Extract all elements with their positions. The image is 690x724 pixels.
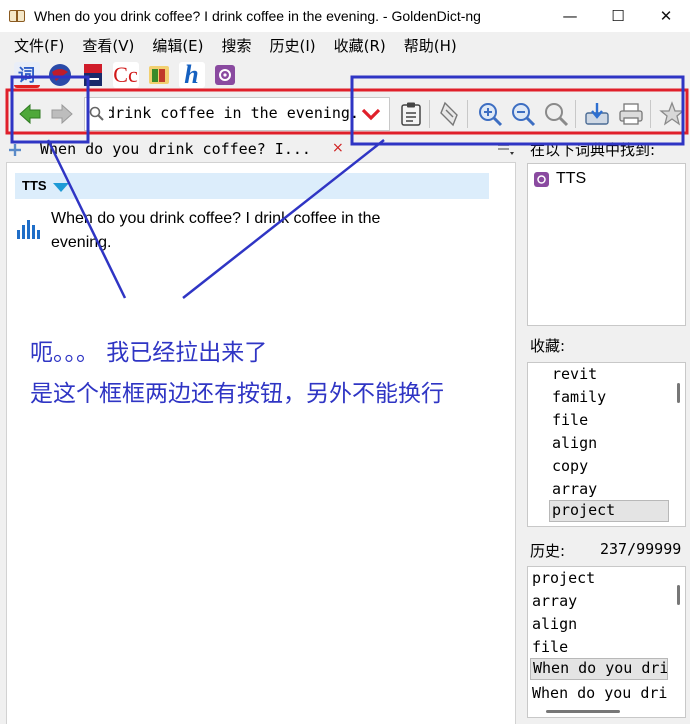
star-icon xyxy=(659,101,685,126)
found-in-dictionaries-list[interactable]: TTS xyxy=(527,163,686,326)
menu-file[interactable]: 文件(F) xyxy=(5,35,73,56)
favorites-item[interactable]: revit xyxy=(552,365,597,383)
favorites-item[interactable]: align xyxy=(552,434,597,452)
dict-cc-icon[interactable]: Cc xyxy=(109,60,142,90)
back-button[interactable] xyxy=(15,99,45,129)
article-text: When do you drink coffee? I drink coffee… xyxy=(51,210,381,251)
history-item[interactable]: align xyxy=(532,615,577,633)
menu-history[interactable]: 历史(I) xyxy=(261,35,325,56)
translate-line-box[interactable]: When do you drink coffee? I drink coffee… xyxy=(84,97,390,131)
chevron-down-icon xyxy=(361,108,381,121)
menu-favorites[interactable]: 收藏(R) xyxy=(325,35,395,56)
favorites-item[interactable]: copy xyxy=(552,457,588,475)
zoom-reset-icon xyxy=(545,103,569,127)
dictionary-header[interactable]: TTS xyxy=(15,173,489,199)
annotation-line-1: 呃。。。 我已经拉出来了 xyxy=(30,340,268,366)
window-title: When do you drink coffee? I drink coffee… xyxy=(34,8,481,24)
history-label: 历史: xyxy=(530,542,566,560)
history-item[interactable]: file xyxy=(532,638,568,656)
toolbar-separator xyxy=(467,100,468,128)
printer-icon xyxy=(619,103,643,125)
title-bar: When do you drink coffee? I drink coffee… xyxy=(0,0,690,32)
pronounce-icon xyxy=(440,101,458,127)
found-in-item[interactable]: TTS xyxy=(533,170,586,188)
menu-help[interactable]: 帮助(H) xyxy=(395,35,466,56)
close-tab-icon[interactable]: × xyxy=(332,140,344,156)
favorites-scrollbar[interactable] xyxy=(677,383,680,403)
zoom-out-icon xyxy=(512,103,536,127)
close-window-button[interactable]: ✕ xyxy=(642,0,690,32)
toolbar-separator xyxy=(389,100,390,128)
dict-h-icon[interactable]: h xyxy=(175,60,208,90)
save-icon xyxy=(585,103,609,125)
pronounce-button[interactable] xyxy=(435,99,465,129)
favorites-list[interactable]: revit family file align copy array proje… xyxy=(527,362,686,527)
article-view[interactable]: TTS When do you drink coffee? I drink co… xyxy=(6,162,516,724)
search-icon xyxy=(89,106,104,121)
zoom-out-button[interactable] xyxy=(508,99,538,129)
clipboard-scan-button[interactable] xyxy=(396,99,426,129)
translate-line-input[interactable]: When do you drink coffee? I drink coffee… xyxy=(109,104,359,122)
collapse-arrow-icon[interactable] xyxy=(53,183,69,192)
history-count: 237/99999 xyxy=(600,540,682,558)
favorites-item[interactable]: file xyxy=(552,411,588,429)
zoom-in-icon xyxy=(479,103,503,127)
menu-view[interactable]: 查看(V) xyxy=(73,35,143,56)
favorites-item-selected[interactable]: project xyxy=(549,500,669,522)
back-arrow-icon xyxy=(19,103,41,125)
translate-dropdown-button[interactable] xyxy=(356,99,386,129)
toolbar-separator xyxy=(429,100,430,128)
menu-edit[interactable]: 编辑(E) xyxy=(143,35,212,56)
found-in-label: 在以下词典中找到: xyxy=(530,141,656,159)
history-item[interactable]: project xyxy=(532,569,595,587)
dict-ci-icon[interactable]: 词 xyxy=(10,60,43,90)
tab-bar: When do you drink coffee? I... × xyxy=(0,136,520,162)
favorites-item[interactable]: array xyxy=(552,480,597,498)
save-article-button[interactable] xyxy=(582,99,612,129)
favorites-item[interactable]: family xyxy=(552,388,606,406)
zoom-reset-button[interactable] xyxy=(541,99,571,129)
menu-search[interactable]: 搜索 xyxy=(213,35,261,56)
history-item-selected[interactable]: When do you drink coffee? xyxy=(530,658,668,680)
dict-books-icon[interactable] xyxy=(142,60,175,90)
annotation-line-2: 是这个框框两边还有按钮，另外不能换行 xyxy=(30,381,444,407)
dict-book-red-icon[interactable] xyxy=(76,60,109,90)
dict-globe-icon[interactable] xyxy=(43,60,76,90)
goldendict-app-icon xyxy=(9,9,27,23)
history-item[interactable]: array xyxy=(532,592,577,610)
dictionary-bar: 词 Cc h xyxy=(10,60,241,90)
tab-list-icon[interactable] xyxy=(498,142,516,156)
history-scrollbar[interactable] xyxy=(677,585,680,605)
add-tab-icon[interactable] xyxy=(9,144,21,156)
clipboard-icon xyxy=(401,102,421,126)
minimize-button[interactable]: — xyxy=(546,0,594,32)
tab-article[interactable]: When do you drink coffee? I... xyxy=(40,140,311,158)
menu-bar: 文件(F) 查看(V) 编辑(E) 搜索 历史(I) 收藏(R) 帮助(H) xyxy=(0,32,690,58)
maximize-button[interactable]: ☐ xyxy=(594,0,642,32)
dictionary-header-title: TTS xyxy=(22,178,47,193)
print-button[interactable] xyxy=(616,99,646,129)
add-to-favorites-button[interactable] xyxy=(657,99,687,129)
forward-button[interactable] xyxy=(47,99,77,129)
favorites-label: 收藏: xyxy=(530,337,566,355)
toolbar-separator xyxy=(650,100,651,128)
toolbar-separator xyxy=(575,100,576,128)
zoom-in-button[interactable] xyxy=(475,99,505,129)
audio-wave-icon[interactable] xyxy=(15,219,43,245)
dict-tts-icon[interactable] xyxy=(208,60,241,90)
tts-dict-icon xyxy=(534,171,549,187)
history-list[interactable]: project array align file When do you dri… xyxy=(527,566,686,718)
forward-arrow-icon xyxy=(51,103,73,125)
history-item[interactable]: When do you drink coffee? xyxy=(532,684,668,702)
history-horizontal-scrollbar[interactable] xyxy=(546,710,620,713)
